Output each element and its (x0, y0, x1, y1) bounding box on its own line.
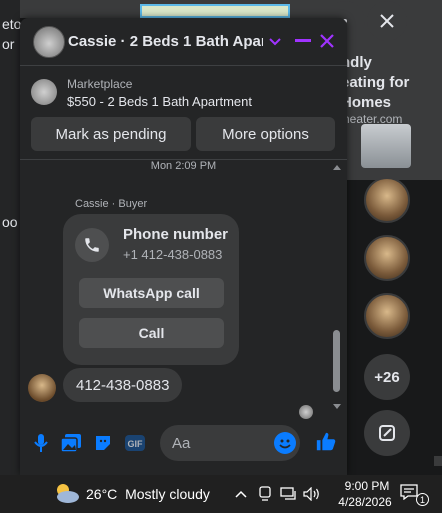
close-icon[interactable] (367, 1, 407, 41)
new-message-button[interactable] (364, 410, 410, 456)
background-page-left: eto or oo (0, 0, 22, 475)
ad-headline-line: eating for (341, 74, 410, 91)
phone-icon (75, 228, 109, 262)
chat-head-avatar[interactable] (364, 235, 410, 281)
ad-thumbnail (361, 124, 411, 168)
more-options-button[interactable]: More options (196, 117, 335, 151)
close-chat-icon[interactable] (318, 32, 336, 50)
network-icon[interactable] (280, 485, 298, 503)
chat-header: Cassie · 2 Beds 1 Bath Apar... (20, 18, 347, 66)
read-receipt-avatar (299, 405, 313, 419)
svg-text:GIF: GIF (128, 439, 144, 449)
gif-icon[interactable]: GIF (124, 432, 146, 454)
mark-as-pending-button[interactable]: Mark as pending (31, 117, 191, 151)
meet-now-icon[interactable] (256, 485, 274, 503)
contact-card-number: +1 412-438-0883 (123, 247, 223, 262)
background-text: oo (2, 214, 18, 230)
page-scrollbar[interactable] (434, 456, 442, 466)
chat-scrollbar[interactable] (333, 330, 340, 392)
background-image (140, 4, 290, 18)
message-composer: GIF (20, 418, 347, 468)
ad-headline-line: Homes (341, 94, 392, 111)
notification-count: 1 (416, 493, 429, 506)
avatar[interactable] (33, 25, 65, 58)
sender-label: Cassie · Buyer (75, 198, 148, 210)
whatsapp-call-button[interactable]: WhatsApp call (79, 278, 224, 308)
microphone-icon[interactable] (30, 432, 52, 454)
clock-time[interactable]: 9:00 PM (337, 479, 397, 493)
contact-card-title: Phone number (123, 226, 229, 243)
weather-condition: Mostly cloudy (125, 486, 210, 502)
scroll-down-icon[interactable] (333, 404, 341, 409)
photo-icon[interactable] (60, 432, 82, 454)
message-timestamp: Mon 2:09 PM (150, 160, 217, 172)
chat-window: Cassie · 2 Beds 1 Bath Apar... Marketpla… (20, 18, 347, 475)
message-bubble[interactable]: 412-438-0883 (63, 368, 183, 402)
marketplace-listing: Marketplace $550 - 2 Beds 1 Bath Apartme… (20, 67, 347, 159)
thumbs-up-icon[interactable] (314, 430, 338, 454)
chevron-up-icon[interactable] (232, 485, 250, 503)
clock-date[interactable]: 4/28/2026 (332, 495, 398, 509)
call-button[interactable]: Call (79, 318, 224, 348)
listing-source: Marketplace (67, 77, 133, 91)
temperature: 26°C (86, 486, 118, 502)
background-page-top (20, 0, 350, 18)
listing-title[interactable]: $550 - 2 Beds 1 Bath Apartment (67, 94, 252, 109)
conversation-title[interactable]: Cassie · 2 Beds 1 Bath Apar... (68, 33, 263, 50)
minimize-icon[interactable] (294, 32, 312, 50)
right-rail: ndly eating for Homes heater.com +26 (325, 0, 442, 475)
background-text: eto (2, 16, 22, 32)
sticker-icon[interactable] (92, 432, 114, 454)
chat-head-avatar[interactable] (364, 177, 410, 223)
emoji-icon[interactable] (274, 432, 296, 454)
message-list: Mon 2:09 PM Cassie · Buyer Phone number … (20, 160, 347, 419)
contact-card: Phone number +1 412-438-0883 WhatsApp ca… (63, 214, 239, 365)
avatar[interactable] (28, 374, 56, 402)
windows-taskbar: 26°C Mostly cloudy 9:00 PM 4/28/2026 1 (0, 475, 442, 513)
listing-thumbnail[interactable] (31, 79, 57, 105)
volume-icon[interactable] (303, 485, 321, 503)
more-chats-button[interactable]: +26 (364, 354, 410, 400)
chevron-down-icon[interactable] (267, 34, 283, 50)
compose-icon (379, 425, 395, 441)
partly-cloudy-icon[interactable] (52, 481, 80, 505)
weather-widget[interactable]: 26°C Mostly cloudy (86, 486, 210, 502)
chat-head-avatar[interactable] (364, 293, 410, 339)
background-text: or (2, 36, 15, 52)
